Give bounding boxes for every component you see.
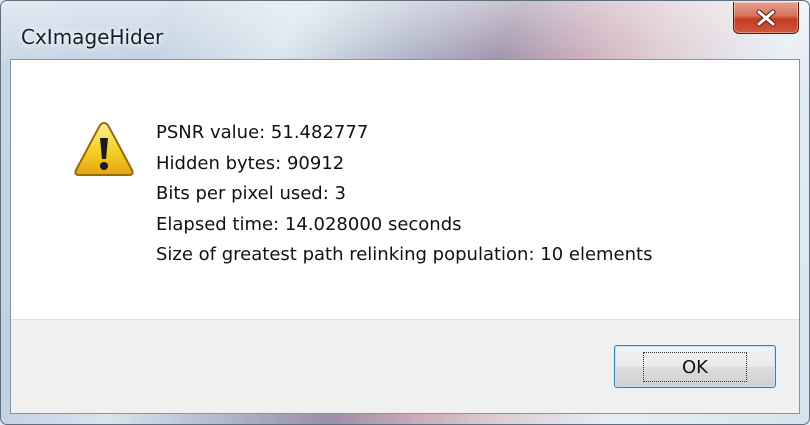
message-line-population-size: Size of greatest path relinking populati… xyxy=(156,244,653,265)
ok-button[interactable]: OK xyxy=(614,345,776,388)
close-button[interactable] xyxy=(733,2,799,34)
window-title: CxImageHider xyxy=(21,25,164,49)
dialog-body: PSNR value: 51.482777 Hidden bytes: 9091… xyxy=(10,59,800,414)
button-bar: OK xyxy=(11,319,799,413)
title-bar[interactable]: CxImageHider xyxy=(1,1,809,59)
message-text: PSNR value: 51.482777 Hidden bytes: 9091… xyxy=(156,118,652,271)
message-line-hidden-bytes: Hidden bytes: 90912 xyxy=(156,152,345,174)
ok-button-label: OK xyxy=(643,351,747,382)
message-box-window: CxImageHider PSNR value: 51.482777 Hidde… xyxy=(0,0,810,425)
message-line-elapsed-time: Elapsed time: 14.028000 seconds xyxy=(156,213,462,235)
message-line-psnr: PSNR value: 51.482777 xyxy=(156,122,369,143)
close-icon xyxy=(756,9,776,26)
warning-icon xyxy=(74,121,134,176)
message-line-bits-per-pixel: Bits per pixel used: 3 xyxy=(156,183,346,204)
